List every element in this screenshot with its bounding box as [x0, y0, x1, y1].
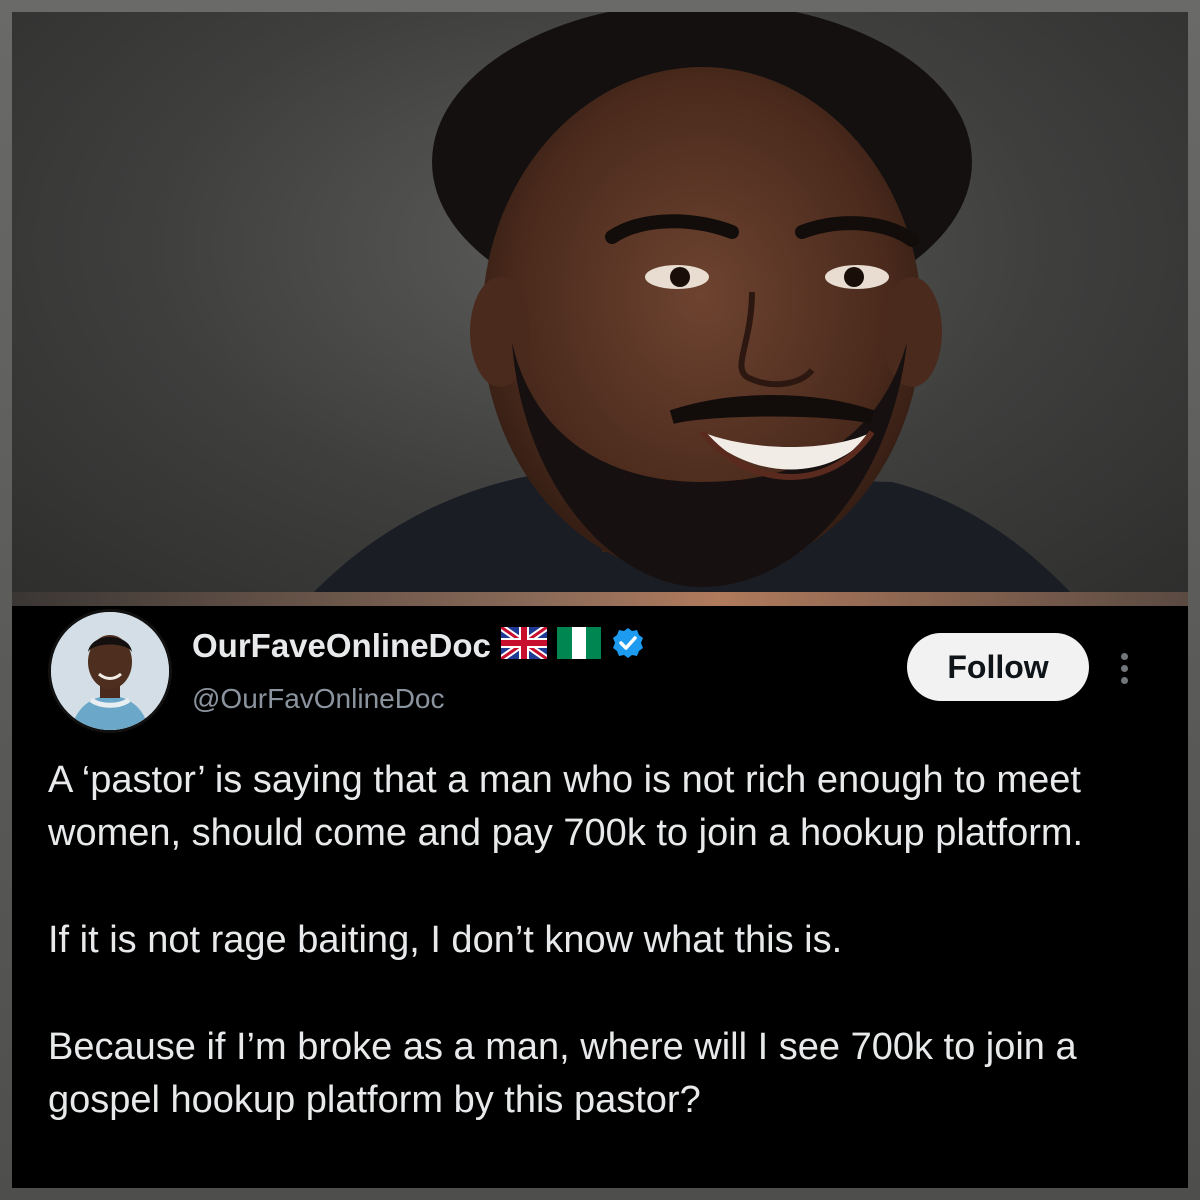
tweet-text: A ‘pastor’ is saying that a man who is n…	[48, 754, 1148, 1127]
verified-badge-icon	[611, 626, 645, 665]
display-name[interactable]: OurFaveOnlineDoc	[192, 627, 491, 665]
tweet-paragraph: Because if I’m broke as a man, where wil…	[48, 1026, 1077, 1121]
user-handle[interactable]: @OurFavOnlineDoc	[192, 683, 445, 715]
name-row: OurFaveOnlineDoc	[192, 624, 645, 665]
tweet-paragraph: A ‘pastor’ is saying that a man who is n…	[48, 759, 1084, 854]
photo-bottom-edge	[12, 592, 1188, 606]
uk-flag-icon	[498, 624, 549, 664]
tweet-card: OurFaveOnlineDoc @OurFavOnlineDoc Follow…	[12, 606, 1188, 1188]
tweet-paragraph: If it is not rage baiting, I don’t know …	[48, 919, 843, 961]
more-options-icon[interactable]	[1116, 650, 1132, 690]
follow-button[interactable]: Follow	[907, 633, 1089, 701]
nigeria-flag-icon	[556, 627, 601, 664]
portrait-photo	[12, 12, 1188, 594]
avatar[interactable]	[48, 609, 172, 733]
